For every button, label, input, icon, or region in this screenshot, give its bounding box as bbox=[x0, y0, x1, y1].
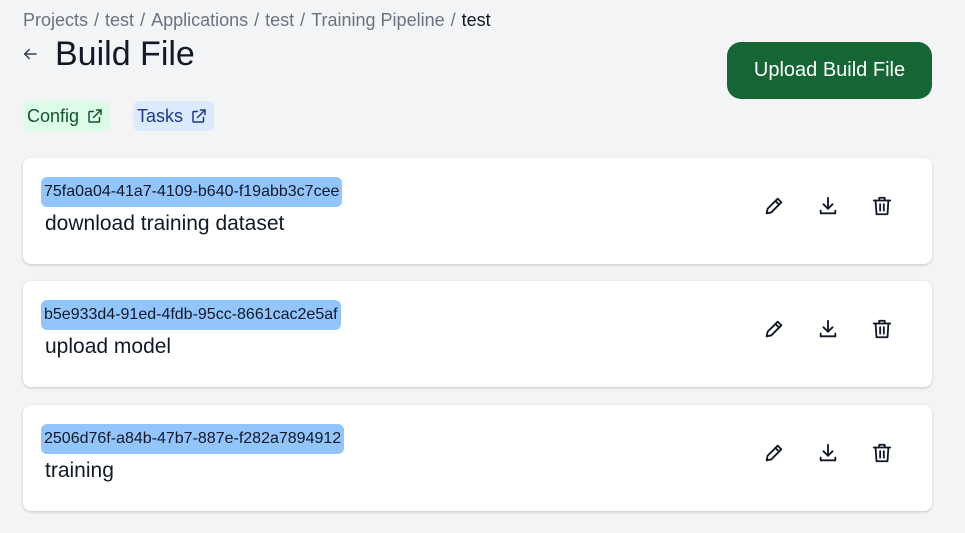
tasks-link-label: Tasks bbox=[137, 105, 184, 126]
config-link[interactable]: Config bbox=[23, 101, 111, 131]
build-file-id: 75fa0a04-41a7-4109-b640-f19abb3c7cee bbox=[41, 177, 343, 207]
breadcrumb-separator: / bbox=[94, 10, 100, 30]
trash-icon[interactable] bbox=[870, 317, 894, 341]
pencil-icon[interactable] bbox=[762, 194, 786, 218]
breadcrumb-project-test[interactable]: test bbox=[105, 10, 134, 30]
arrow-left-icon[interactable] bbox=[21, 45, 39, 63]
trash-icon[interactable] bbox=[870, 441, 894, 465]
build-file-name: download training dataset bbox=[45, 212, 285, 235]
config-link-label: Config bbox=[27, 105, 80, 126]
breadcrumb-training-pipeline[interactable]: Training Pipeline bbox=[311, 10, 444, 30]
download-icon[interactable] bbox=[816, 317, 840, 341]
breadcrumb-separator: / bbox=[450, 10, 456, 30]
build-file-name: upload model bbox=[45, 335, 172, 358]
build-file-card: 2506d76f-a84b-47b7-887e-f282a7894912 tra… bbox=[23, 405, 932, 511]
page-title: Build File bbox=[55, 35, 195, 73]
tasks-link[interactable]: Tasks bbox=[133, 101, 215, 131]
breadcrumb-separator: / bbox=[300, 10, 306, 30]
upload-build-file-button[interactable]: Upload Build File bbox=[727, 42, 932, 99]
build-file-id: b5e933d4-91ed-4fdb-95cc-8661cac2e5af bbox=[41, 300, 341, 330]
breadcrumb-separator: / bbox=[254, 10, 260, 30]
download-icon[interactable] bbox=[816, 441, 840, 465]
card-actions bbox=[762, 194, 894, 218]
external-link-icon bbox=[88, 109, 102, 123]
pencil-icon[interactable] bbox=[762, 317, 786, 341]
build-file-id: 2506d76f-a84b-47b7-887e-f282a7894912 bbox=[41, 424, 345, 454]
breadcrumb-separator: / bbox=[140, 10, 146, 30]
external-link-icon bbox=[192, 109, 206, 123]
build-file-card: 75fa0a04-41a7-4109-b640-f19abb3c7cee dow… bbox=[23, 158, 932, 264]
breadcrumb-projects[interactable]: Projects bbox=[23, 10, 88, 30]
build-file-name: training bbox=[45, 459, 114, 482]
card-actions bbox=[762, 441, 894, 465]
trash-icon[interactable] bbox=[870, 194, 894, 218]
card-actions bbox=[762, 317, 894, 341]
breadcrumb-application-test[interactable]: test bbox=[265, 10, 294, 30]
breadcrumb-current: test bbox=[461, 10, 491, 30]
download-icon[interactable] bbox=[816, 194, 840, 218]
breadcrumb-applications[interactable]: Applications bbox=[151, 10, 248, 30]
pencil-icon[interactable] bbox=[762, 441, 786, 465]
breadcrumb: Projects / test / Applications / test / Training… bbox=[23, 10, 491, 31]
build-file-card: b5e933d4-91ed-4fdb-95cc-8661cac2e5af upl… bbox=[23, 281, 932, 387]
